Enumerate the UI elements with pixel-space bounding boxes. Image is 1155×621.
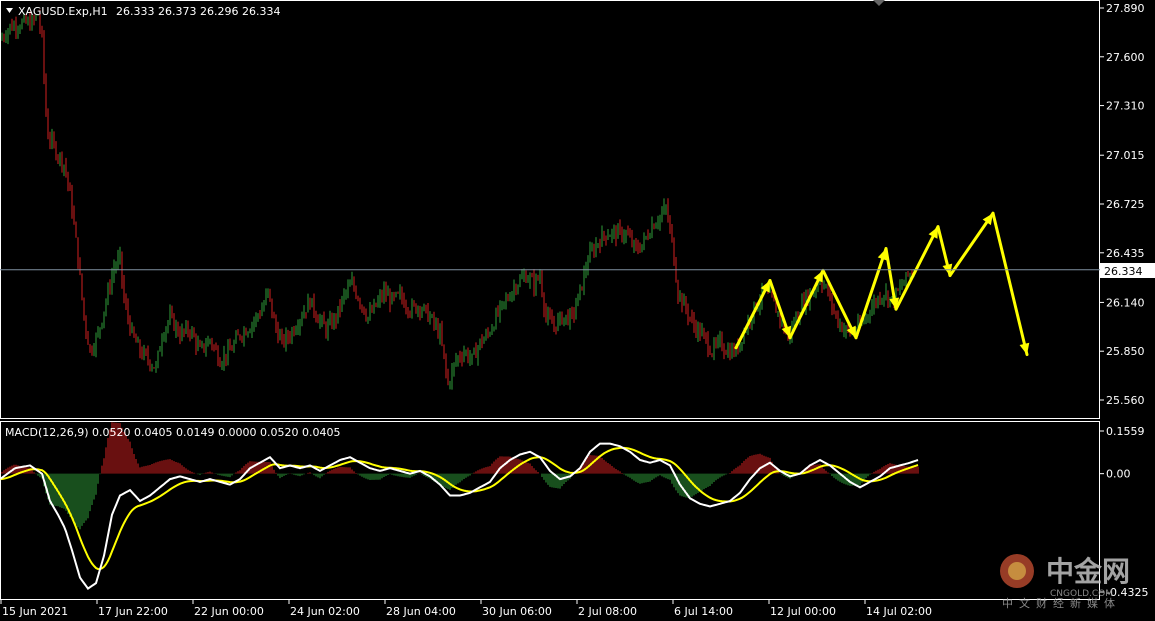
current-price-value: 26.334 [1104, 265, 1143, 278]
price-tick-label: 27.015 [1106, 149, 1145, 162]
chart-background [0, 0, 1155, 621]
watermark-logo-text: 中金网 [1046, 555, 1130, 588]
time-tick-label: 15 Jun 2021 [2, 605, 68, 618]
ohlc-values: 26.333 26.373 26.296 26.334 [116, 5, 280, 18]
macd-tick-label: 0.1559 [1106, 425, 1145, 438]
time-tick-label: 17 Jun 22:00 [98, 605, 168, 618]
watermark-logo: 中金网 CNGOLD.COM 中文财经新媒体 [1000, 554, 1130, 610]
price-tick-label: 26.725 [1106, 198, 1145, 211]
price-tick-label: 26.435 [1106, 247, 1145, 260]
price-tick-label: 27.600 [1106, 51, 1145, 64]
macd-tick-label: 0.00 [1106, 468, 1131, 481]
time-tick-label: 2 Jul 08:00 [578, 605, 637, 618]
time-tick-label: 22 Jun 00:00 [194, 605, 264, 618]
time-tick-label: 28 Jun 04:00 [386, 605, 456, 618]
watermark-subtext: 中文财经新媒体 [1002, 596, 1121, 610]
price-tick-label: 27.890 [1106, 2, 1145, 15]
macd-label: MACD(12,26,9) 0.0520 0.0405 0.0149 0.000… [5, 426, 340, 439]
price-tick-label: 27.310 [1106, 100, 1145, 113]
time-tick-label: 30 Jun 06:00 [482, 605, 552, 618]
price-axis: 27.890 27.600 27.310 27.015 26.725 26.435 26.1… [1100, 2, 1145, 407]
price-tick-label: 25.560 [1106, 394, 1145, 407]
price-tick-label: 25.850 [1106, 345, 1145, 358]
time-tick-label: 24 Jun 02:00 [290, 605, 360, 618]
logo-inner-icon [1008, 562, 1026, 580]
trading-chart[interactable]: XAGUSD.Exp,H1 26.333 26.373 26.296 26.33… [0, 0, 1155, 621]
symbol-label: XAGUSD.Exp,H1 [18, 5, 108, 18]
price-tick-label: 26.140 [1106, 296, 1145, 309]
time-tick-label: 14 Jul 02:00 [866, 605, 932, 618]
time-tick-label: 6 Jul 14:00 [674, 605, 733, 618]
time-tick-label: 12 Jul 00:00 [770, 605, 836, 618]
